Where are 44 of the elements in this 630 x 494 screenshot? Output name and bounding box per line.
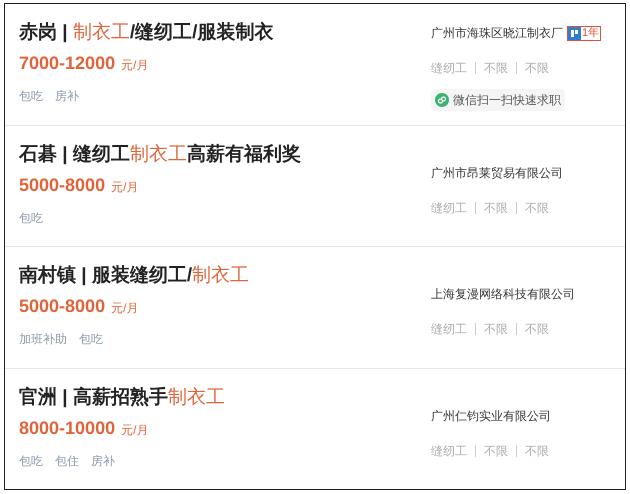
salary: 7000-12000 xyxy=(19,52,116,75)
wechat-apply-button[interactable]: 微信扫一扫快速求职 xyxy=(431,89,565,111)
requirement-text: 缝纫工 xyxy=(431,321,467,338)
job-title[interactable]: 石碁 | 缝纫工制衣工高薪有福利奖 xyxy=(19,142,431,168)
benefit-tag: 包吃 xyxy=(79,330,103,348)
requirement-text: 缝纫工 xyxy=(431,442,467,460)
job-title[interactable]: 南村镇 | 服装缝纫工/制衣工 xyxy=(19,263,431,289)
company-name[interactable]: 上海复漫网络科技有限公司 xyxy=(431,285,575,303)
job-card[interactable]: 赤岗 | 制衣工/缝纫工/服装制衣 7000-12000 元/月 包吃 房补 广州市海珠区晓江制衣厂 1年 缝纫工 不限 不限 微信扫一扫快速求职 xyxy=(5,4,625,126)
salary-unit: 元/月 xyxy=(111,178,138,196)
benefit-tag: 包吃 xyxy=(19,208,43,226)
salary-unit: 元/月 xyxy=(111,300,138,317)
company-name[interactable]: 广州仁钧实业有限公司 xyxy=(431,406,551,424)
requirement-text: 不限 xyxy=(484,200,508,216)
requirement-text: 缝纫工 xyxy=(431,60,467,77)
requirement-text: 不限 xyxy=(484,442,508,460)
company-name[interactable]: 广州市海珠区晓江制衣厂 xyxy=(431,24,563,42)
requirement-text: 不限 xyxy=(525,200,549,216)
requirement-text: 不限 xyxy=(525,321,549,338)
job-card[interactable]: 官洲 | 高薪招熟手制衣工 8000-10000 元/月 包吃 包住 房补 广州仁钧实业有限公司 缝纫工 不限 不限 xyxy=(5,368,625,489)
requirement-text: 缝纫工 xyxy=(431,200,467,216)
requirement-text: 不限 xyxy=(484,60,508,77)
benefit-tag: 包吃 xyxy=(19,87,43,105)
chat-icon xyxy=(435,93,449,107)
requirement-text: 不限 xyxy=(484,321,508,338)
benefit-tag: 房补 xyxy=(55,87,79,105)
job-title[interactable]: 官洲 | 高薪招熟手制衣工 xyxy=(19,384,431,410)
benefit-tag: 包吃 xyxy=(19,452,43,470)
job-card[interactable]: 石碁 | 缝纫工制衣工高薪有福利奖 5000-8000 元/月 包吃 广州市昂莱贸易有限公司 缝纫工 不限 不限 xyxy=(5,126,625,247)
requirement-text: 不限 xyxy=(525,60,549,77)
salary-unit: 元/月 xyxy=(121,422,148,438)
benefit-tag: 包住 xyxy=(55,452,79,470)
job-card[interactable]: 南村镇 | 服装缝纫工/制衣工 5000-8000 元/月 加班补助 包吃 上海复漫网络科技有限公司 缝纫工 不限 不限 xyxy=(5,247,625,368)
salary: 5000-8000 xyxy=(19,174,106,196)
salary: 8000-10000 xyxy=(19,416,116,440)
requirement-text: 不限 xyxy=(525,442,549,460)
salary: 5000-8000 xyxy=(19,295,106,318)
job-title[interactable]: 赤岗 | 制衣工/缝纫工/服装制衣 xyxy=(19,20,431,46)
benefit-tag: 加班补助 xyxy=(19,330,67,348)
salary-unit: 元/月 xyxy=(121,57,148,74)
benefit-tag: 房补 xyxy=(91,452,115,470)
logo-icon xyxy=(568,26,581,40)
company-name[interactable]: 广州市昂莱贸易有限公司 xyxy=(431,164,563,182)
membership-badge: 1年 xyxy=(567,26,602,40)
